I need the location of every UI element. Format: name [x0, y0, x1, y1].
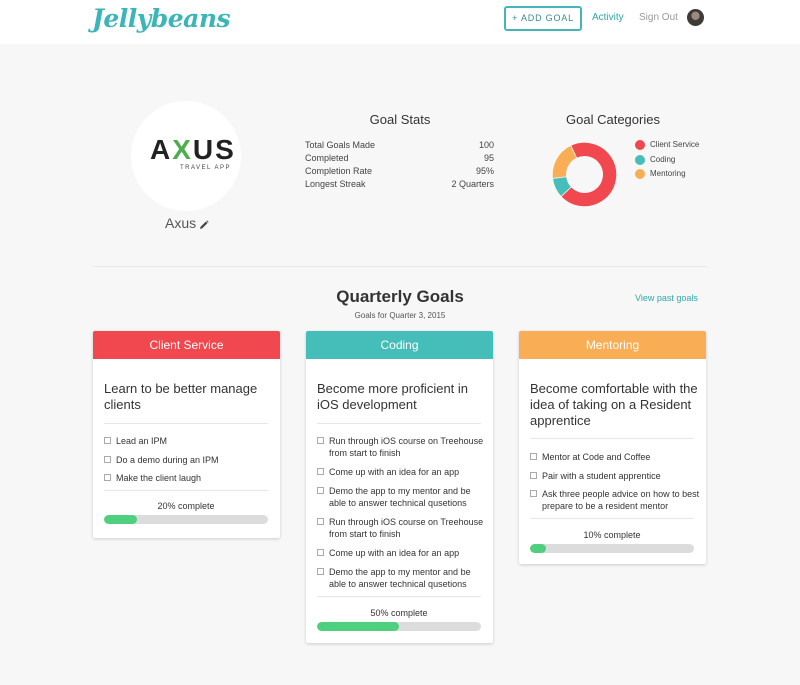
nav-sign-out-link[interactable]: Sign Out — [639, 12, 678, 23]
task-checkbox[interactable] — [317, 487, 324, 494]
stat-value: 95% — [475, 166, 494, 176]
goal-card-coding: Coding Become more proficient in iOS dev… — [306, 331, 493, 643]
logo-letter-x: X — [172, 134, 193, 165]
logo-letter-a: A — [150, 134, 173, 165]
logo-letters-us: US — [192, 134, 236, 165]
quarterly-goals-title: Quarterly Goals — [336, 287, 464, 306]
pencil-icon[interactable] — [199, 220, 209, 230]
progress-label: 10% complete — [583, 530, 641, 540]
card-category-header: Mentoring — [519, 331, 706, 359]
goal-card-mentoring: Mentoring Become comfortable with the id… — [519, 331, 706, 564]
stat-label: Total Goals Made — [305, 140, 376, 150]
task-label: Run through iOS course on Treehouse from… — [329, 436, 484, 458]
card-divider — [317, 423, 481, 424]
legend-label: Client Service — [650, 140, 700, 149]
legend-label: Coding — [650, 155, 676, 164]
task-checkbox[interactable] — [317, 549, 324, 556]
stat-label: Completed — [305, 153, 349, 163]
stat-row: Completion Rate 95% — [305, 166, 494, 179]
card-divider — [104, 423, 268, 424]
stat-value: 100 — [478, 140, 494, 150]
task-label: Come up with an idea for an app — [329, 548, 460, 558]
progress-bar-fill — [104, 515, 137, 524]
stat-value: 95 — [483, 153, 494, 163]
user-avatar[interactable] — [687, 9, 704, 26]
task-label: Ask three people advice on how to best p… — [542, 489, 700, 511]
task-label: Pair with a student apprentice — [542, 471, 661, 481]
stat-row: Longest Streak 2 Quarters — [305, 179, 494, 192]
task-label: Demo the app to my mentor and be able to… — [329, 567, 471, 589]
progress-bar — [530, 544, 694, 553]
task-checkbox[interactable] — [530, 472, 537, 479]
progress-bar-fill — [530, 544, 547, 553]
app-logo[interactable]: Jellybeans — [92, 4, 231, 33]
task-checkbox[interactable] — [530, 490, 537, 497]
add-goal-button[interactable]: + ADD GOAL — [504, 6, 582, 31]
task-checkbox[interactable] — [317, 518, 324, 525]
task-checkbox[interactable] — [317, 468, 324, 475]
legend-dot — [635, 155, 645, 165]
stat-row: Total Goals Made 100 — [305, 140, 494, 153]
progress-label: 50% complete — [370, 608, 428, 618]
stat-label: Longest Streak — [305, 179, 366, 189]
task-label: Lead an IPM — [116, 436, 168, 446]
task-checkbox[interactable] — [317, 437, 324, 444]
view-past-goals-link[interactable]: View past goals — [635, 293, 698, 303]
card-category-header: Client Service — [93, 331, 280, 359]
task-label: Do a demo during an IPM — [116, 455, 219, 465]
top-bar: Jellybeans + ADD GOAL Activity Sign Out — [0, 0, 800, 44]
card-divider — [530, 518, 694, 519]
task-checkbox[interactable] — [104, 456, 111, 463]
task-checkbox[interactable] — [317, 568, 324, 575]
legend-dot — [635, 140, 645, 150]
goal-title: Become comfortable with the idea of taki… — [530, 381, 698, 428]
legend-label: Mentoring — [650, 169, 686, 178]
task-checkbox[interactable] — [104, 474, 111, 481]
card-category-header: Coding — [306, 331, 493, 359]
section-divider — [92, 266, 707, 267]
company-logo: AXUS — [150, 134, 236, 166]
progress-bar-fill — [317, 622, 399, 631]
card-divider — [530, 438, 694, 439]
task-label: Run through iOS course on Treehouse from… — [329, 517, 484, 539]
nav-activity-link[interactable]: Activity — [592, 12, 624, 23]
goal-title: Learn to be better manage clients — [104, 381, 258, 412]
goal-categories-title: Goal Categories — [566, 112, 660, 127]
task-label: Demo the app to my mentor and be able to… — [329, 486, 471, 508]
progress-bar — [317, 622, 481, 631]
task-label: Mentor at Code and Coffee — [542, 452, 651, 462]
legend-dot — [635, 169, 645, 179]
stat-label: Completion Rate — [305, 166, 373, 176]
task-checkbox[interactable] — [530, 453, 537, 460]
stat-row: Completed 95 — [305, 153, 494, 166]
task-label: Make the client laugh — [116, 473, 202, 483]
categories-donut-chart — [551, 141, 618, 207]
quarterly-goals-subtitle: Goals for Quarter 3, 2015 — [354, 311, 446, 320]
progress-bar — [104, 515, 268, 524]
task-checkbox[interactable] — [104, 437, 111, 444]
profile-name: Axus — [165, 215, 197, 231]
stat-value: 2 Quarters — [451, 179, 494, 189]
goal-card-client-service: Client Service Learn to be better manage… — [93, 331, 280, 538]
goal-title: Become more proficient in iOS developmen… — [317, 381, 469, 412]
card-divider — [104, 490, 268, 491]
goal-stats-title: Goal Stats — [369, 112, 431, 127]
card-divider — [317, 596, 481, 597]
company-logo-subtitle: TRAVEL APP — [180, 165, 232, 171]
task-label: Come up with an idea for an app — [329, 467, 460, 477]
progress-label: 20% complete — [157, 501, 215, 511]
